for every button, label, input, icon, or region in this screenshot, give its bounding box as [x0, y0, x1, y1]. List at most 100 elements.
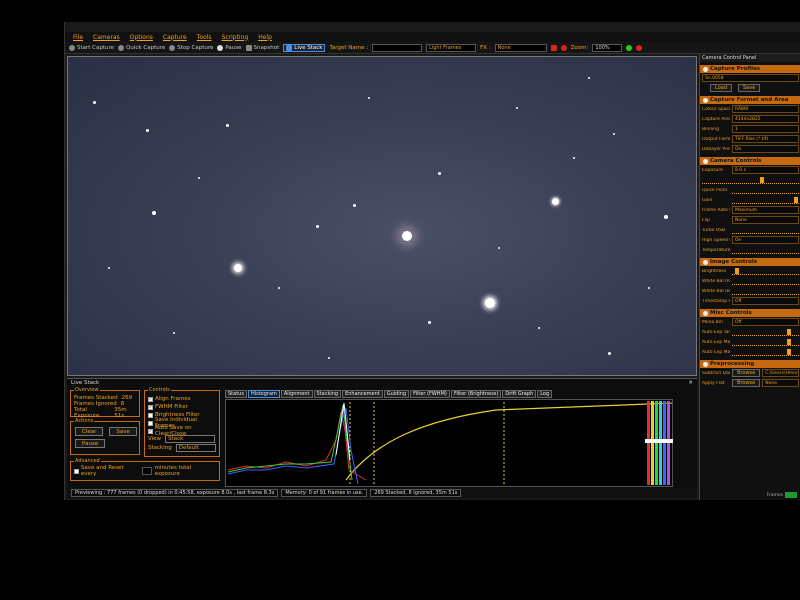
white-bal-b-slider[interactable]: [732, 287, 799, 295]
mono-bin-select[interactable]: Off: [732, 318, 799, 326]
collapse-icon: [703, 310, 708, 316]
slider-knob[interactable]: [760, 177, 765, 183]
fwhm-filter-checkbox[interactable]: ✓ FWHM Filter: [148, 403, 216, 411]
tab-alignment[interactable]: Alignment: [280, 390, 313, 398]
slider-knob[interactable]: [786, 349, 791, 355]
tab-enhancement[interactable]: Enhancement: [342, 390, 383, 398]
memory-status: Memory: 0 of 91 frames in use.: [281, 489, 368, 497]
menu-scripting[interactable]: Scripting: [222, 34, 249, 41]
misc-controls-header[interactable]: Misc Controls: [700, 309, 800, 317]
tab-filter-fwhm[interactable]: Filter (FWHM): [410, 390, 450, 398]
slider-knob[interactable]: [786, 339, 791, 345]
save-button[interactable]: Save: [109, 427, 137, 436]
snapshot-button[interactable]: Snapshot: [245, 44, 279, 51]
quick-picks-slider[interactable]: [732, 186, 799, 194]
tab-stacking[interactable]: Stacking: [313, 390, 342, 398]
image-controls-header[interactable]: Image Controls: [700, 258, 800, 266]
camera-controls-header[interactable]: Camera Controls: [700, 157, 800, 165]
menu-help[interactable]: Help: [258, 34, 272, 41]
tab-log[interactable]: Log: [537, 390, 553, 398]
stacking-select[interactable]: Default: [175, 444, 216, 452]
colour-space-select[interactable]: RAW8: [732, 105, 799, 113]
zoom-select[interactable]: 100%: [592, 43, 623, 52]
brightness-slider[interactable]: [732, 267, 799, 275]
clear-button[interactable]: Clear: [75, 427, 104, 436]
turbo-usb-label: Turbo USB: [702, 227, 726, 233]
auto-exp-target-slider[interactable]: [732, 328, 799, 336]
fx-select[interactable]: None: [494, 43, 547, 52]
crosshair-icon[interactable]: [560, 44, 567, 51]
dark-file-field[interactable]: C:\Users\Hmnr\Desktop...: [762, 369, 799, 377]
histogram-plot[interactable]: [225, 399, 673, 487]
auto-exp-max-gain-slider[interactable]: [732, 348, 799, 356]
histogram-side-controls: [641, 399, 673, 487]
live-stack-button[interactable]: Live Stack: [283, 43, 326, 52]
flip-select[interactable]: None: [732, 216, 799, 224]
view-select[interactable]: Stack: [165, 435, 216, 443]
zoom-in-icon[interactable]: [626, 44, 633, 51]
pause-button[interactable]: Pause: [217, 44, 242, 51]
menu-tools[interactable]: Tools: [197, 34, 212, 41]
total-exposure-value: 35m 51s: [114, 407, 127, 419]
capture-area-select[interactable]: 4144x2822: [732, 115, 799, 123]
star: [226, 124, 229, 127]
browse-dark-button[interactable]: Browse: [732, 369, 761, 377]
save-profile-button[interactable]: Save: [738, 84, 761, 92]
tab-histogram[interactable]: Histogram: [247, 390, 280, 398]
target-name-input[interactable]: [372, 43, 423, 52]
load-profile-button[interactable]: Load: [710, 84, 732, 92]
timestamp-select[interactable]: Off: [732, 297, 799, 305]
record-icon[interactable]: [550, 44, 557, 51]
stack-status: 269 Stacked, 8 Ignored, 35m 51s: [370, 489, 462, 497]
menu-capture[interactable]: Capture: [163, 34, 187, 41]
auto-exp-max-exp-slider[interactable]: [732, 338, 799, 346]
output-format-select[interactable]: TIFF files (*.tif): [732, 135, 799, 143]
target-name-label: Target Name :: [329, 44, 369, 51]
stop-capture-button[interactable]: Stop Capture: [169, 44, 213, 51]
minutes-input[interactable]: [141, 467, 152, 475]
frame-type-select[interactable]: Light Frames: [426, 43, 477, 52]
slider-knob[interactable]: [735, 268, 740, 274]
flat-file-field[interactable]: None: [762, 379, 799, 387]
slider-knob[interactable]: [793, 197, 798, 203]
debayer-preview-select[interactable]: On: [732, 145, 799, 153]
exposure-select[interactable]: 8.0 s: [732, 166, 799, 174]
binning-select[interactable]: 1: [732, 125, 799, 133]
view-label: View: [148, 436, 162, 442]
frame-rate-limit-label: Frame Rate Limit: [702, 207, 730, 213]
capture-profiles-header[interactable]: Capture Profiles: [700, 65, 800, 73]
collapse-icon: [703, 259, 708, 265]
tab-filter-brightness[interactable]: Filter (Brightness): [450, 390, 502, 398]
profile-select[interactable]: Sn.0058: [702, 74, 799, 82]
exposure-slider[interactable]: [702, 176, 799, 184]
quick-capture-button[interactable]: Quick Capture: [118, 44, 165, 51]
zoom-out-icon[interactable]: [636, 44, 643, 51]
menu-options[interactable]: Options: [130, 34, 153, 41]
gain-label: Gain: [702, 197, 713, 203]
browse-flat-button[interactable]: Browse: [732, 379, 761, 387]
frame-rate-limit-select[interactable]: Maximum: [732, 206, 799, 214]
auto-save-checkbox[interactable]: ✓ Auto Save on Clear/Close: [148, 425, 216, 437]
star: [498, 247, 500, 249]
gain-slider[interactable]: [732, 196, 799, 204]
close-icon[interactable]: ✕: [688, 380, 693, 387]
tab-status[interactable]: Status: [225, 390, 247, 398]
debayer-preview-label: Debayer Preview: [702, 146, 730, 152]
high-speed-mode-select[interactable]: On: [732, 236, 799, 244]
pause-stack-button[interactable]: Pause: [75, 439, 106, 448]
preprocessing-header[interactable]: Preprocessing: [700, 360, 800, 368]
slider-knob[interactable]: [786, 329, 791, 335]
save-reset-checkbox[interactable]: Save and Reset every: [74, 465, 139, 477]
start-capture-button[interactable]: Start Capture: [69, 44, 114, 51]
menu-cameras[interactable]: Cameras: [93, 34, 120, 41]
capture-format-header[interactable]: Capture Format and Area: [700, 96, 800, 104]
tab-drift-graph[interactable]: Drift Graph: [502, 390, 537, 398]
white-bal-r-slider[interactable]: [732, 277, 799, 285]
image-preview[interactable]: [67, 56, 697, 376]
star: [173, 332, 175, 334]
align-frames-checkbox[interactable]: ✓ Align Frames: [148, 395, 216, 403]
lightning-icon: [118, 44, 125, 51]
menu-file[interactable]: File: [73, 34, 83, 41]
tab-guiding[interactable]: Guiding: [383, 390, 410, 398]
turbo-usb-slider[interactable]: [732, 226, 799, 234]
